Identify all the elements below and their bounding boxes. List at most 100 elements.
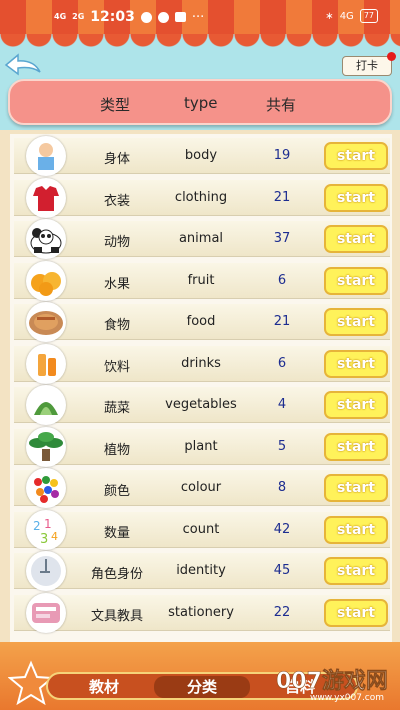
category-count: 6 (277, 355, 287, 371)
start-button[interactable]: start (324, 183, 388, 212)
category-name-zh: 颜色 (103, 484, 130, 499)
start-button[interactable]: start (324, 308, 388, 336)
drink-icon (26, 343, 66, 384)
awning-decoration (0, 34, 400, 50)
start-button[interactable]: start (324, 474, 388, 502)
category-row[interactable]: 身体 body 19 start (14, 136, 390, 176)
category-name-zh: 水果 (103, 276, 130, 292)
category-row[interactable]: 食物 food 21 start (14, 302, 390, 342)
clothing-icon (26, 177, 66, 218)
watermark-logo: 007游戏网 www.yx007.com (276, 668, 388, 702)
start-button[interactable]: start (324, 432, 388, 461)
category-row[interactable]: 文具教具 stationery 22 start (14, 592, 390, 633)
start-button[interactable]: start (324, 391, 388, 419)
status-bar: 4G 2G 12:03 ··· ∗ 4G 77 (0, 0, 400, 34)
category-row[interactable]: 衣装 clothing 21 start (14, 177, 390, 218)
tab-category[interactable]: 分类 (154, 676, 250, 698)
network-indicator: 4G (339, 10, 354, 22)
category-name-zh: 食物 (103, 318, 130, 333)
clock-app-icon (157, 11, 169, 23)
orange-icon (26, 260, 66, 301)
category-name-en: identity (176, 563, 226, 578)
category-count: 42 (273, 521, 291, 537)
more-notifications: ··· (191, 9, 205, 25)
category-count: 6 (277, 272, 287, 288)
header-total: 共有 (266, 96, 297, 114)
category-name-en: vegetables (165, 397, 237, 412)
category-row[interactable]: 植物 plant 5 start (14, 426, 390, 467)
svg-text:007游戏网: 007游戏网 (276, 668, 388, 694)
category-name-en: fruit (187, 272, 215, 288)
category-count: 21 (273, 189, 291, 205)
chat-icon (140, 11, 152, 23)
category-name-en: food (186, 314, 216, 329)
svg-text:4: 4 (51, 530, 58, 543)
checkin-button[interactable]: 打卡 (342, 56, 392, 76)
category-name-en: clothing (174, 189, 228, 205)
category-count: 4 (277, 397, 287, 412)
signal-indicator-1: 4G (54, 12, 67, 21)
start-button[interactable]: start (324, 142, 388, 170)
category-name-zh: 植物 (103, 442, 130, 458)
category-name-en: animal (178, 231, 224, 246)
category-row[interactable]: 水果 fruit 6 start (14, 260, 390, 301)
table-header: 类型 type 共有 (8, 79, 392, 125)
category-name-zh: 蔬菜 (103, 401, 130, 416)
category-name-en: colour (180, 480, 222, 495)
category-row[interactable]: 饮料 drinks 6 start (14, 343, 390, 384)
start-button[interactable]: start (324, 598, 388, 627)
category-name-zh: 角色身份 (90, 567, 143, 582)
category-row[interactable]: 颜色 colour 8 start (14, 468, 390, 508)
category-row[interactable]: 蔬菜 vegetables 4 start (14, 385, 390, 425)
stationery-icon (26, 592, 66, 633)
start-button[interactable]: start (324, 266, 388, 295)
status-left: 4G 2G 12:03 ··· (54, 9, 204, 25)
category-count: 37 (273, 231, 291, 246)
battery-indicator: 77 (359, 9, 378, 23)
category-name-zh: 身体 (103, 152, 130, 167)
start-button[interactable]: start (324, 349, 388, 378)
food-plate-icon (26, 302, 66, 342)
category-name-en: drinks (181, 355, 221, 371)
start-button[interactable]: start (324, 557, 388, 585)
colour-candy-icon (26, 468, 66, 508)
category-count: 5 (277, 438, 287, 454)
tab-textbook[interactable]: 教材 (56, 676, 152, 698)
category-count: 45 (273, 563, 291, 578)
status-time: 12:03 (90, 9, 135, 25)
category-count: 19 (273, 148, 291, 163)
svg-text:2: 2 (33, 519, 41, 533)
mail-icon (174, 12, 186, 22)
category-count: 8 (277, 480, 287, 495)
category-name-zh: 文具教具 (90, 608, 143, 624)
start-button[interactable]: start (324, 515, 388, 544)
bluetooth-icon: ∗ (325, 10, 334, 22)
category-name-en: count (182, 521, 220, 537)
svg-text:www.yx007.com: www.yx007.com (310, 693, 384, 702)
category-name-en: body (184, 148, 218, 163)
svg-text:3: 3 (40, 532, 48, 547)
svg-text:1: 1 (44, 517, 52, 531)
notification-dot (387, 52, 396, 61)
plant-icon (26, 426, 66, 467)
category-count: 21 (273, 314, 291, 329)
category-name-zh: 动物 (103, 235, 130, 250)
category-name-en: plant (184, 438, 218, 454)
category-name-zh: 衣装 (103, 193, 130, 209)
back-arrow-icon[interactable] (4, 52, 44, 78)
category-name-zh: 饮料 (103, 359, 130, 375)
category-count: 22 (273, 604, 291, 620)
category-row[interactable]: 动物 animal 37 start (14, 219, 390, 259)
vegetable-icon (26, 385, 66, 425)
header-type-en: type (184, 94, 218, 112)
signal-indicator-2: 2G (72, 12, 85, 21)
category-row[interactable]: 角色身份 identity 45 start (14, 551, 390, 591)
category-row[interactable]: 2 1 3 4 数量 count 42 start (14, 509, 390, 550)
category-name-en: stationery (168, 604, 234, 620)
category-name-zh: 数量 (103, 525, 130, 541)
numbers-icon: 2134 (26, 509, 66, 550)
body-icon (26, 136, 66, 176)
status-right: ∗ 4G 77 (325, 9, 378, 23)
start-button[interactable]: start (324, 225, 388, 253)
identity-icon (26, 551, 66, 591)
